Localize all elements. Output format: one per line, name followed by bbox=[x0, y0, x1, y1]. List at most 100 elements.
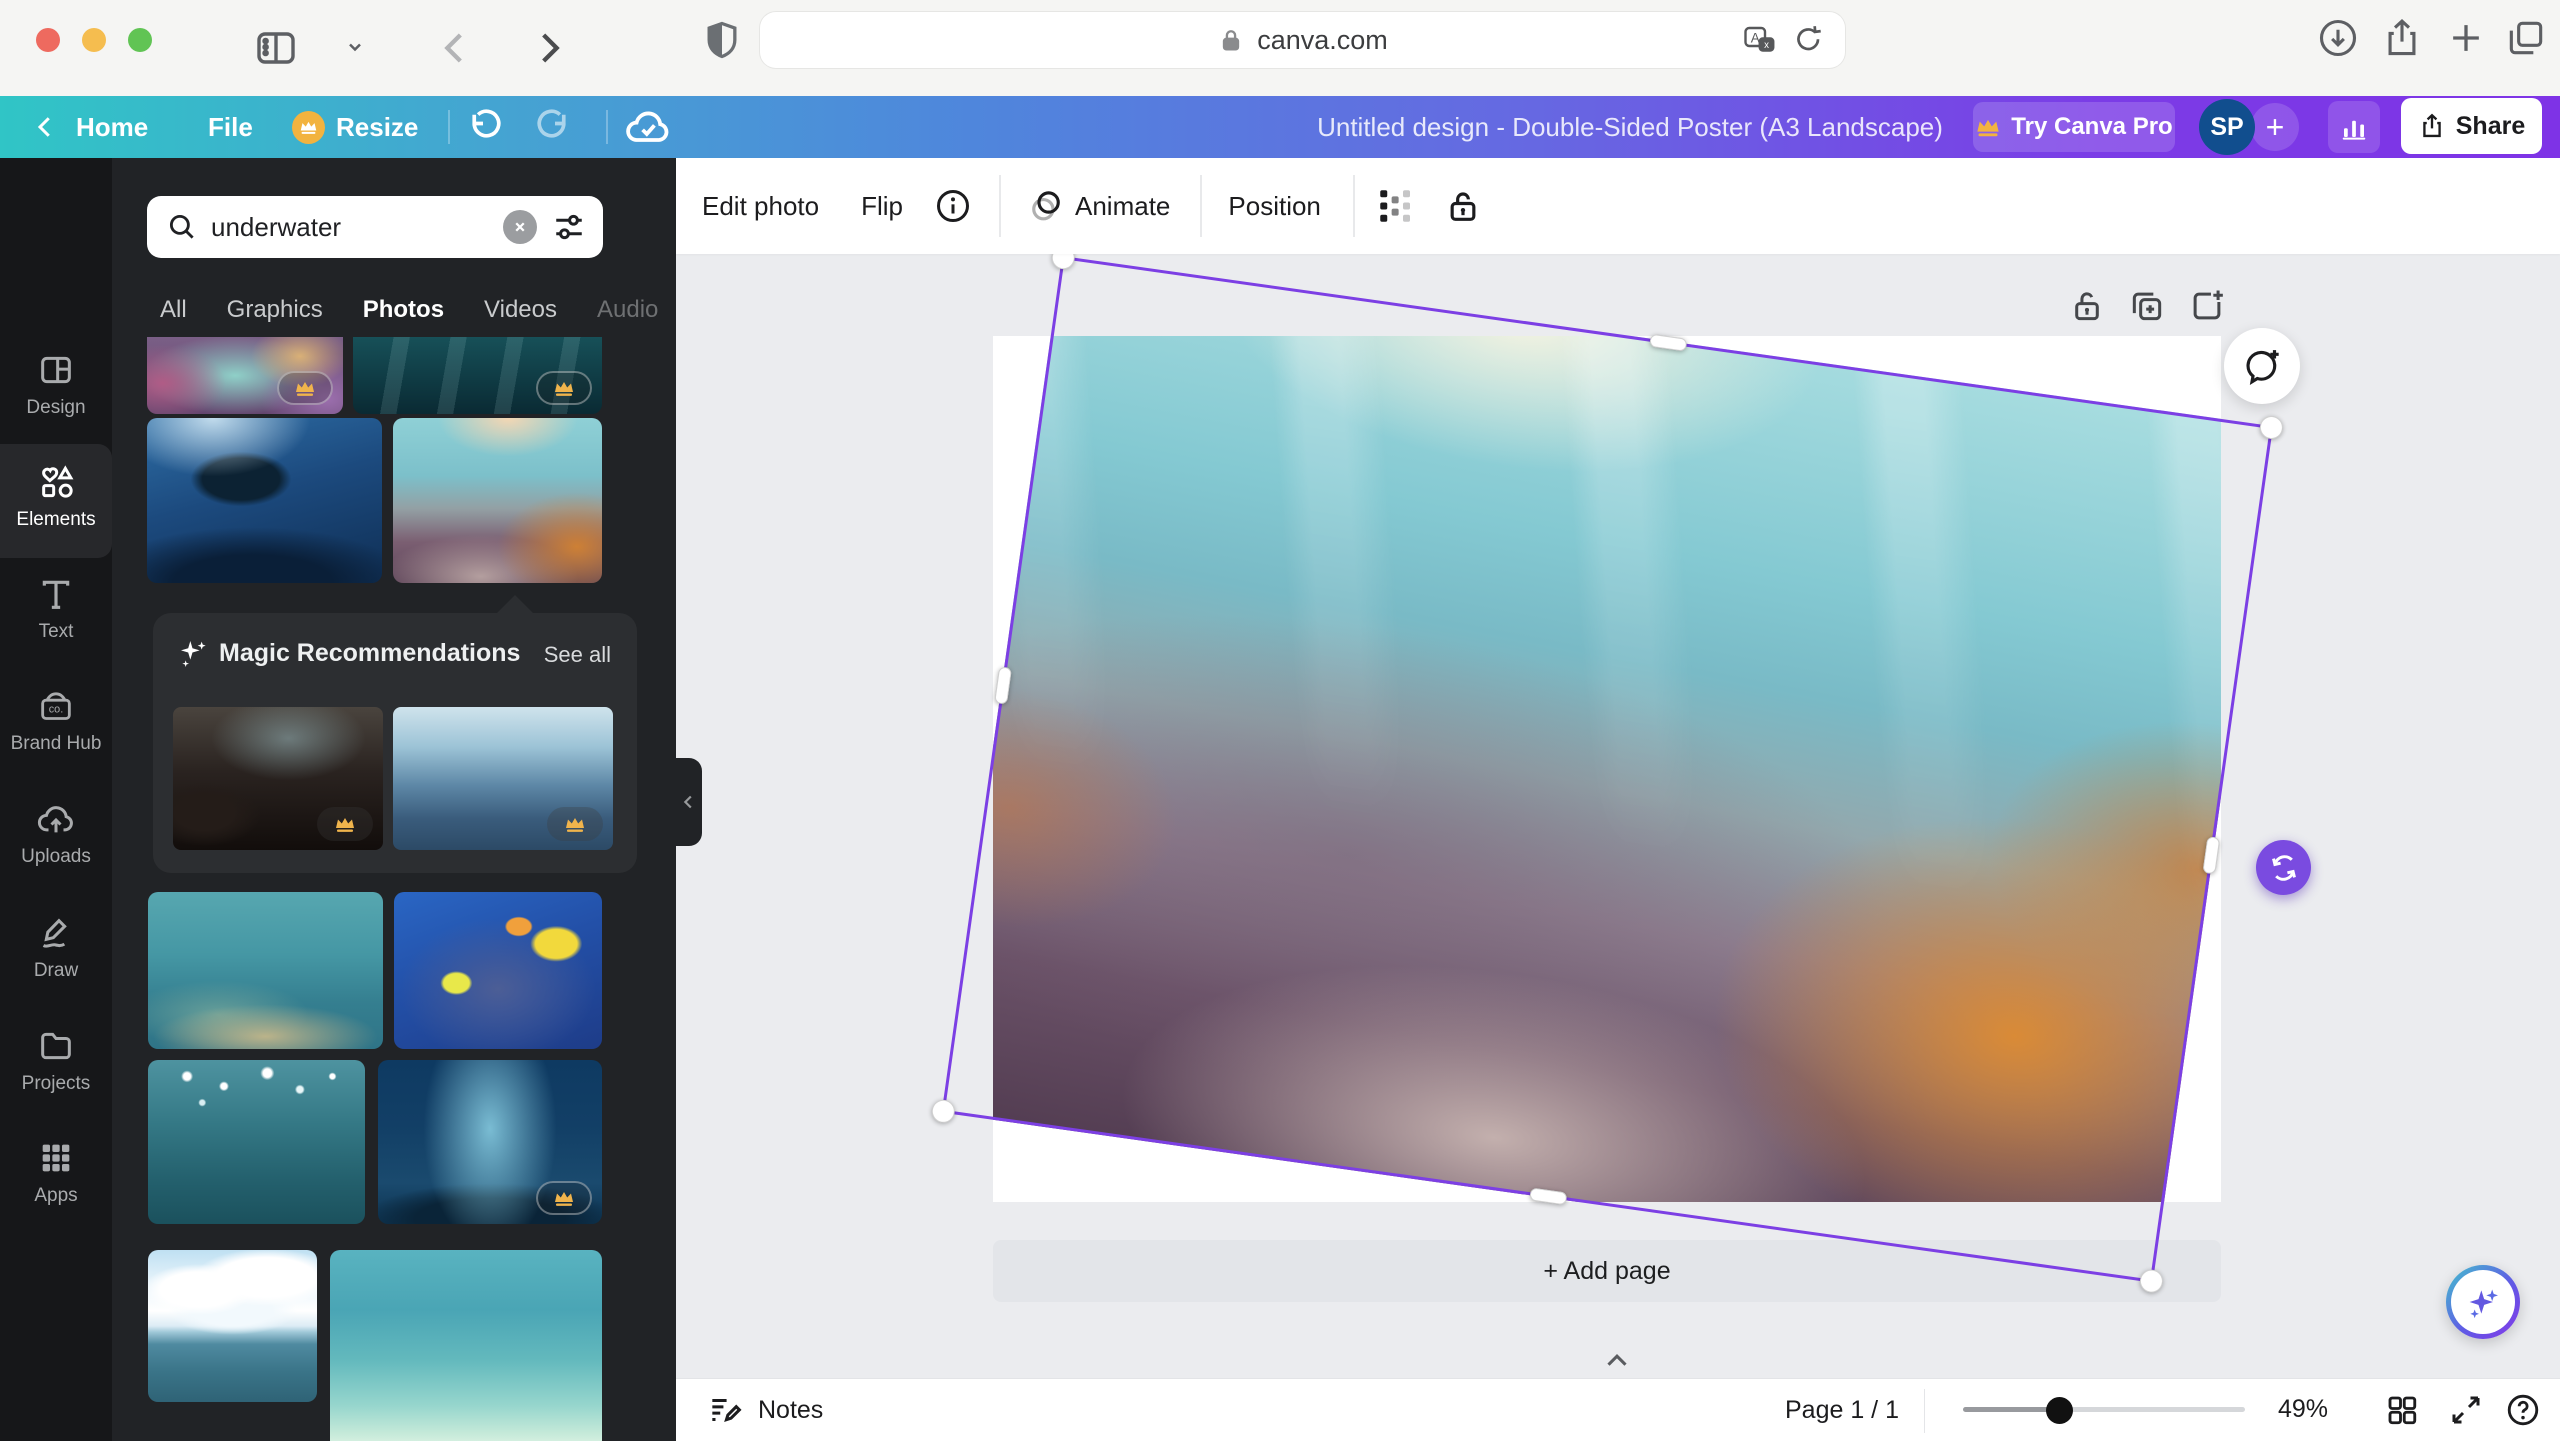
element-toolbar: Edit photo Flip Animate Position bbox=[676, 158, 2560, 254]
file-button[interactable]: File bbox=[208, 96, 253, 158]
zoom-slider-thumb[interactable] bbox=[2046, 1397, 2073, 1424]
translate-icon[interactable]: Ax bbox=[1741, 22, 1777, 58]
sidebar-item-text[interactable]: Text bbox=[0, 574, 112, 643]
insights-chart-button[interactable] bbox=[2328, 101, 2380, 153]
sidebar-item-design[interactable]: Design bbox=[0, 350, 112, 419]
resize-handle-bottom-left[interactable] bbox=[930, 1098, 956, 1124]
info-icon[interactable] bbox=[933, 186, 973, 226]
photo-thumbnail[interactable] bbox=[378, 1060, 602, 1224]
resize-button[interactable]: Resize bbox=[292, 96, 418, 158]
sidebar-item-projects[interactable]: Projects bbox=[0, 1026, 112, 1095]
add-member-button[interactable]: + bbox=[2251, 103, 2299, 151]
sidebar-item-elements[interactable]: Elements bbox=[0, 462, 112, 531]
tab-audio[interactable]: Audio bbox=[597, 296, 658, 338]
design-title[interactable]: Untitled design - Double-Sided Poster (A… bbox=[1200, 96, 2060, 158]
home-button[interactable]: Home bbox=[76, 96, 148, 158]
undo-button[interactable] bbox=[462, 96, 504, 158]
photo-thumbnail[interactable] bbox=[353, 337, 602, 414]
reload-icon[interactable] bbox=[1791, 22, 1827, 58]
pro-crown-badge bbox=[317, 807, 373, 841]
duplicate-page-icon[interactable] bbox=[2128, 287, 2166, 325]
photo-thumbnail[interactable] bbox=[147, 418, 382, 583]
photo-thumbnail[interactable] bbox=[148, 1060, 365, 1224]
download-icon[interactable] bbox=[2316, 16, 2360, 60]
url-text: canva.com bbox=[1257, 25, 1388, 56]
close-window-button[interactable] bbox=[36, 28, 60, 52]
share-icon[interactable] bbox=[2380, 16, 2424, 60]
notes-button[interactable]: Notes bbox=[758, 1396, 823, 1425]
sidebar-item-brand-hub[interactable]: co. Brand Hub bbox=[0, 686, 112, 755]
help-icon[interactable] bbox=[2504, 1391, 2542, 1429]
photo-thumbnail[interactable] bbox=[147, 337, 343, 414]
tabs-overview-icon[interactable] bbox=[2504, 16, 2548, 60]
sidebar-toggle-icon[interactable] bbox=[252, 24, 300, 72]
filter-sliders-icon[interactable] bbox=[551, 209, 587, 245]
resize-handle-top-right[interactable] bbox=[2258, 414, 2284, 440]
tab-all[interactable]: All bbox=[160, 296, 187, 338]
panel-collapse-tab[interactable] bbox=[676, 758, 702, 846]
minimize-window-button[interactable] bbox=[82, 28, 106, 52]
sidebar-item-draw[interactable]: Draw bbox=[0, 913, 112, 982]
search-bar[interactable] bbox=[147, 196, 603, 258]
new-tab-icon[interactable] bbox=[2444, 16, 2488, 60]
tab-graphics[interactable]: Graphics bbox=[227, 296, 323, 338]
photo-thumbnail[interactable] bbox=[173, 707, 383, 850]
lock-open-icon[interactable] bbox=[2068, 287, 2106, 325]
comment-button[interactable] bbox=[2224, 328, 2300, 404]
redo-button[interactable] bbox=[534, 96, 576, 158]
add-page-button[interactable]: + Add page bbox=[993, 1240, 2221, 1302]
photo-thumbnail[interactable] bbox=[148, 892, 383, 1049]
draw-pen-icon bbox=[36, 913, 76, 953]
photo-thumbnail[interactable] bbox=[330, 1250, 602, 1441]
magic-assistant-button[interactable] bbox=[2446, 1265, 2520, 1339]
try-canva-pro-button[interactable]: Try Canva Pro bbox=[1973, 102, 2175, 152]
page-indicator[interactable]: Page 1 / 1 bbox=[1785, 1379, 1899, 1441]
header-divider bbox=[448, 110, 450, 144]
lock-icon[interactable] bbox=[1443, 186, 1483, 226]
share-button[interactable]: Share bbox=[2401, 98, 2542, 154]
photo-thumbnail[interactable] bbox=[394, 892, 602, 1049]
tab-photos[interactable]: Photos bbox=[363, 296, 444, 338]
url-bar[interactable]: canva.com Ax bbox=[760, 12, 1845, 68]
comment-plus-icon bbox=[2242, 346, 2282, 386]
sidebar-item-uploads[interactable]: Uploads bbox=[0, 799, 112, 868]
sidebar-item-apps[interactable]: Apps bbox=[0, 1138, 112, 1207]
selected-photo-element[interactable] bbox=[993, 336, 2221, 1202]
sparkles-icon bbox=[177, 637, 209, 669]
avatar[interactable]: SP bbox=[2199, 99, 2255, 155]
zoom-slider-track[interactable] bbox=[2059, 1407, 2245, 1412]
back-home-chevron-icon[interactable] bbox=[30, 96, 60, 158]
chevron-down-icon[interactable] bbox=[340, 32, 370, 62]
photo-thumbnail-selected[interactable] bbox=[393, 418, 602, 583]
design-page[interactable] bbox=[993, 336, 2221, 1202]
svg-text:x: x bbox=[1764, 40, 1769, 51]
clear-search-icon[interactable] bbox=[503, 210, 537, 244]
cloud-saved-icon[interactable] bbox=[624, 96, 672, 158]
toolbar-divider bbox=[999, 175, 1001, 237]
transparency-checker-icon[interactable] bbox=[1375, 185, 1417, 227]
animate-button[interactable]: Animate bbox=[1075, 191, 1170, 222]
grid-view-icon[interactable] bbox=[2384, 1392, 2420, 1428]
browser-chrome: canva.com Ax bbox=[0, 0, 2560, 96]
back-button[interactable] bbox=[430, 22, 482, 74]
shield-icon[interactable] bbox=[700, 18, 744, 62]
collapse-statusbar-chevron-icon[interactable] bbox=[1600, 1346, 1634, 1372]
position-button[interactable]: Position bbox=[1228, 191, 1321, 222]
bar-chart-icon bbox=[2339, 112, 2369, 142]
photo-thumbnail[interactable] bbox=[393, 707, 613, 850]
add-page-icon[interactable] bbox=[2188, 287, 2226, 325]
flip-button[interactable]: Flip bbox=[861, 191, 903, 222]
edit-photo-button[interactable]: Edit photo bbox=[702, 191, 819, 222]
fullscreen-icon[interactable] bbox=[2448, 1392, 2484, 1428]
tab-videos[interactable]: Videos bbox=[484, 296, 557, 338]
rotate-handle[interactable] bbox=[2256, 840, 2311, 895]
forward-button[interactable] bbox=[522, 22, 574, 74]
brand-hub-icon: co. bbox=[36, 686, 76, 726]
search-input[interactable] bbox=[211, 212, 441, 243]
apps-grid-icon bbox=[36, 1138, 76, 1178]
zoom-slider-track-filled[interactable] bbox=[1963, 1407, 2059, 1412]
zoom-percent[interactable]: 49% bbox=[2278, 1395, 2328, 1424]
photo-thumbnail[interactable] bbox=[148, 1250, 317, 1402]
see-all-link[interactable]: See all bbox=[544, 642, 611, 668]
zoom-window-button[interactable] bbox=[128, 28, 152, 52]
